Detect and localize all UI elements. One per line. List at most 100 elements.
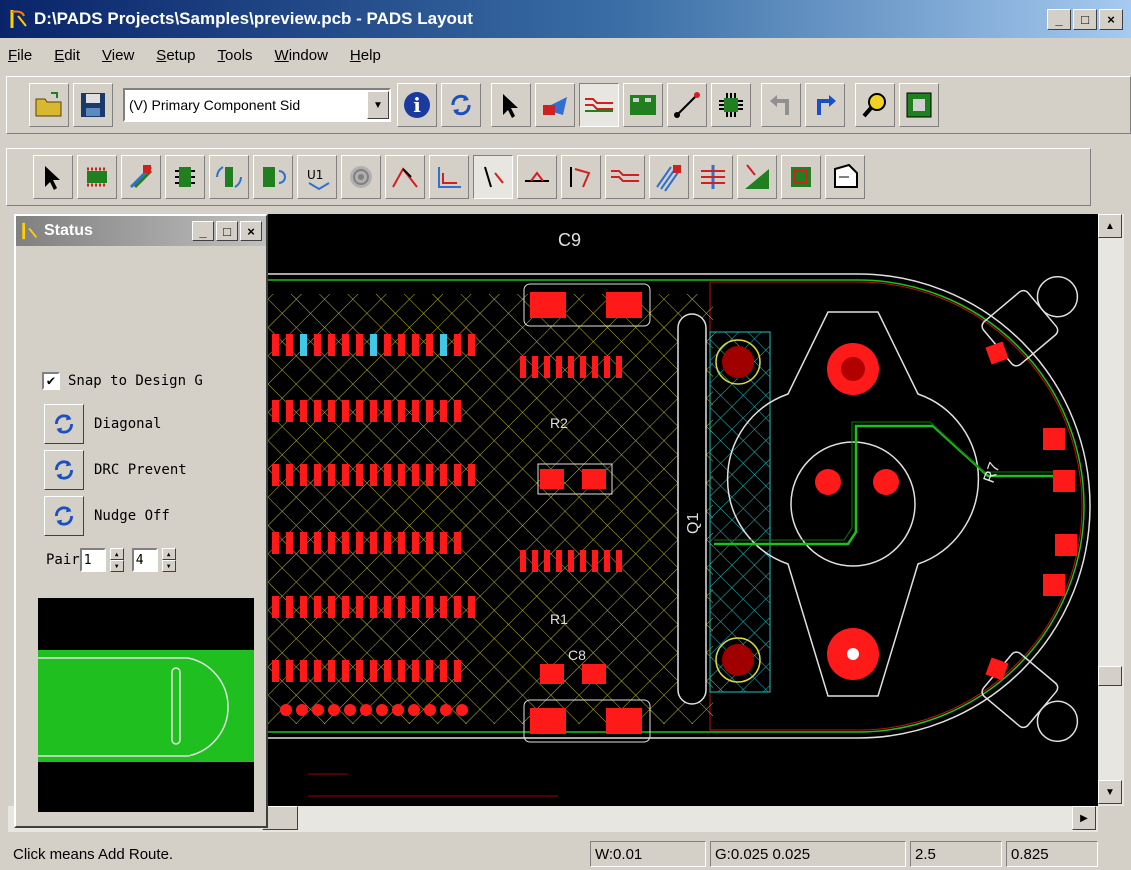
- select-mode-button[interactable]: [491, 83, 531, 127]
- cycle-arrows-icon: [55, 460, 73, 480]
- smd-pad: [454, 596, 461, 618]
- query-button[interactable]: i: [397, 83, 437, 127]
- status-window: Status _ □ × ✔ Snap to Design G Diagonal…: [14, 214, 268, 828]
- properties-button[interactable]: [825, 155, 865, 199]
- stretch-button[interactable]: [517, 155, 557, 199]
- smd-pad: [356, 596, 363, 618]
- bga-toolbar-button[interactable]: [711, 83, 751, 127]
- smd-pad: [398, 596, 405, 618]
- menu-edit[interactable]: Edit: [54, 47, 80, 64]
- smd-pad: [532, 550, 538, 572]
- route-traces-button[interactable]: [605, 155, 645, 199]
- layer-select[interactable]: (V) Primary Component Sid ▼: [123, 88, 391, 122]
- menu-setup[interactable]: Setup: [156, 47, 195, 64]
- redo-button[interactable]: [805, 83, 845, 127]
- design-select-button[interactable]: [33, 155, 73, 199]
- snap-to-design-grid-option[interactable]: ✔ Snap to Design G: [42, 372, 203, 390]
- auto-route-icon: [570, 167, 591, 188]
- cycle-arrows-icon: [55, 506, 73, 526]
- drc-option: DRC Prevent: [44, 450, 187, 490]
- pcb-canvas[interactable]: C9 Q1 R7 R2 R1 C8: [268, 214, 1098, 806]
- smd-pad: [286, 464, 293, 486]
- smd-pad: [342, 532, 349, 554]
- smd-pad: [616, 550, 622, 572]
- net-route-button[interactable]: [781, 155, 821, 199]
- vertical-scroll-thumb[interactable]: [1098, 666, 1122, 686]
- drc-toggle-button[interactable]: [44, 450, 84, 490]
- pcb-drawing[interactable]: C9 Q1 R7 R2 R1 C8: [268, 214, 1098, 806]
- scroll-right-button[interactable]: ▶: [1072, 806, 1096, 830]
- nudge-toggle-button[interactable]: [44, 496, 84, 536]
- menu-file[interactable]: File: [8, 47, 32, 64]
- move-part-icon: [87, 167, 107, 187]
- cycle-button[interactable]: [441, 83, 481, 127]
- smd-pad: [314, 532, 321, 554]
- move-button[interactable]: [77, 155, 117, 199]
- status-close-button[interactable]: ×: [240, 221, 262, 241]
- zoom-button[interactable]: [855, 83, 895, 127]
- ecodesign-toolbar-button[interactable]: [623, 83, 663, 127]
- status-window-title: Status: [44, 222, 93, 239]
- chevron-down-icon[interactable]: ▼: [367, 91, 389, 119]
- open-button[interactable]: [29, 83, 69, 127]
- smd-pad: [300, 334, 307, 356]
- smd-pad: [342, 660, 349, 682]
- smd-pad: [328, 596, 335, 618]
- scroll-down-button[interactable]: ▼: [1098, 780, 1122, 804]
- status-window-title-bar: Status _ □ ×: [16, 216, 266, 246]
- save-button[interactable]: [73, 83, 113, 127]
- status-minimize-button[interactable]: _: [192, 221, 214, 241]
- pair-start-stepper[interactable]: ▲ ▼: [109, 548, 124, 572]
- pads-app-icon: [10, 10, 27, 28]
- close-button[interactable]: ×: [1099, 8, 1123, 30]
- undo-button[interactable]: [761, 83, 801, 127]
- split-button[interactable]: [429, 155, 469, 199]
- minimize-button[interactable]: _: [1047, 8, 1071, 30]
- smd-pad: [314, 596, 321, 618]
- label-button[interactable]: U1: [297, 155, 337, 199]
- smd-pad: [604, 550, 610, 572]
- bus-route-button[interactable]: [649, 155, 689, 199]
- pour-button[interactable]: [737, 155, 777, 199]
- length-button[interactable]: [693, 155, 733, 199]
- menu-window[interactable]: Window: [275, 47, 328, 64]
- board-view-icon: [906, 92, 932, 118]
- add-route-button[interactable]: [473, 155, 513, 199]
- label-u1-icon: U1: [307, 168, 330, 191]
- snap-checkbox[interactable]: ✔: [42, 372, 60, 390]
- smd-pad: [426, 596, 433, 618]
- flip-button[interactable]: [253, 155, 293, 199]
- smd-pad: [370, 596, 377, 618]
- scroll-up-button[interactable]: ▲: [1098, 214, 1122, 238]
- pair-start-field[interactable]: 1: [79, 548, 106, 572]
- pair-option: Pair 1 ▲ ▼ 4 ▲ ▼: [46, 548, 184, 572]
- rotate-button[interactable]: [165, 155, 205, 199]
- smd-pad: [604, 356, 610, 378]
- menu-help[interactable]: Help: [350, 47, 381, 64]
- auto-route-button[interactable]: [561, 155, 601, 199]
- layer-select-value: (V) Primary Component Sid: [129, 97, 301, 113]
- spin-button[interactable]: [209, 155, 249, 199]
- smd-pad: [426, 532, 433, 554]
- maximize-button[interactable]: □: [1073, 8, 1097, 30]
- radial-move-button[interactable]: [121, 155, 161, 199]
- dimension-toolbar-button[interactable]: [667, 83, 707, 127]
- pair-end-field[interactable]: 4: [131, 548, 158, 572]
- diagonal-toggle-button[interactable]: [44, 404, 84, 444]
- pair-end-stepper[interactable]: ▲ ▼: [161, 548, 176, 572]
- smd-pad: [580, 550, 586, 572]
- smd-pad: [370, 400, 377, 422]
- status-maximize-button[interactable]: □: [216, 221, 238, 241]
- menu-view[interactable]: View: [102, 47, 134, 64]
- vertical-scrollbar[interactable]: ▲ ▼: [1098, 214, 1124, 806]
- route-traces-icon: [585, 98, 613, 112]
- menu-tools[interactable]: Tools: [218, 47, 253, 64]
- via-button[interactable]: [341, 155, 381, 199]
- smd-pad: [328, 400, 335, 422]
- add-route-icon: [484, 166, 504, 188]
- add-corner-button[interactable]: [385, 155, 425, 199]
- design-toolbar-button[interactable]: [579, 83, 619, 127]
- drafting-toolbar-button[interactable]: [535, 83, 575, 127]
- smd-pad: [286, 660, 293, 682]
- board-view-button[interactable]: [899, 83, 939, 127]
